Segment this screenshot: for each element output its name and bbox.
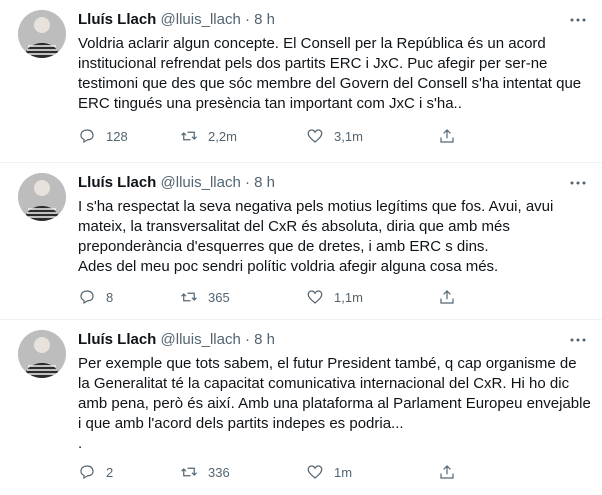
tweet-text-line: preponderància d'esquerres que de dretes…	[78, 238, 489, 255]
heart-icon	[307, 290, 323, 304]
like-button[interactable]: 1,1m	[306, 287, 363, 307]
tweet-text-line: Per exemple que tots sabem, el futur Pre…	[78, 355, 577, 372]
tweet-text-line: i que amb l'acord dels partits indepes e…	[78, 415, 404, 432]
avatar[interactable]	[18, 173, 66, 221]
heart-icon	[307, 465, 323, 479]
tweet-text-line: .	[78, 435, 83, 452]
heart-icon	[307, 129, 323, 143]
avatar[interactable]	[18, 10, 66, 58]
share-icon	[440, 129, 454, 143]
tweet[interactable]: Lluís Llach @lluis_llach · 8 h I s'ha re…	[0, 163, 602, 320]
retweet-button[interactable]: 365	[180, 287, 230, 307]
retweet-icon	[181, 131, 197, 141]
reply-count: 2	[106, 464, 114, 480]
like-count: 1,1m	[334, 289, 363, 305]
retweet-icon	[181, 292, 197, 302]
tweet-text-line: mateix, la transversalitat del CxR és ab…	[78, 218, 510, 235]
like-count: 1m	[334, 464, 353, 480]
share-button[interactable]	[438, 287, 456, 307]
like-button[interactable]: 3,1m	[306, 126, 363, 146]
tweet-header: Lluís Llach @lluis_llach · 8 h	[78, 330, 572, 350]
reply-icon	[80, 290, 94, 305]
tweet-actions: 2 336 1m	[74, 462, 574, 482]
more-icon[interactable]	[568, 332, 588, 348]
reply-icon	[80, 465, 94, 480]
retweet-button[interactable]: 336	[180, 462, 230, 482]
separator-dot: ·	[244, 11, 250, 28]
tweet-actions: 8 365 1,1m	[74, 287, 574, 307]
tweet-time[interactable]: 8 h	[254, 331, 275, 348]
share-button[interactable]	[438, 126, 456, 146]
author-name[interactable]: Lluís Llach	[78, 11, 156, 28]
tweet-text-line: ERC tingués una presència tan important …	[78, 95, 462, 112]
reply-button[interactable]: 2	[78, 462, 113, 482]
more-icon[interactable]	[568, 12, 588, 28]
reply-button[interactable]: 8	[78, 287, 113, 307]
author-handle[interactable]: @lluis_llach	[161, 331, 241, 348]
tweet[interactable]: Lluís Llach @lluis_llach · 8 h Voldria a…	[0, 0, 602, 163]
separator-dot: ·	[244, 331, 250, 348]
tweet-text-line: testimoni que des que sóc membre del Gov…	[78, 75, 582, 92]
reply-icon	[80, 129, 94, 144]
tweet-header: Lluís Llach @lluis_llach · 8 h	[78, 10, 572, 30]
tweet-text-line: amb pena, però és així. Amb una platafor…	[78, 395, 591, 412]
retweet-icon	[181, 467, 197, 477]
tweet-time[interactable]: 8 h	[254, 174, 275, 191]
retweet-count: 2,2m	[208, 128, 237, 144]
retweet-count: 336	[208, 464, 230, 480]
like-count: 3,1m	[334, 128, 363, 144]
reply-count: 128	[106, 128, 128, 144]
author-handle[interactable]: @lluis_llach	[161, 174, 241, 191]
tweet-text: I s'ha respectat la seva negativa pels m…	[78, 197, 588, 277]
tweet-text-line: I s'ha respectat la seva negativa pels m…	[78, 198, 554, 215]
retweet-count: 365	[208, 289, 230, 305]
tweet-text-line: institucional refrendat pels dos partits…	[78, 55, 548, 72]
author-handle[interactable]: @lluis_llach	[161, 11, 241, 28]
tweet-text-line: Ades del meu poc sendri polític voldria …	[78, 258, 499, 275]
author-name[interactable]: Lluís Llach	[78, 174, 156, 191]
reply-button[interactable]: 128	[78, 126, 128, 146]
share-button[interactable]	[438, 462, 456, 482]
tweet-time[interactable]: 8 h	[254, 11, 275, 28]
tweet-text-line: Voldria aclarir algun concepte. El Conse…	[78, 35, 546, 52]
more-icon[interactable]	[568, 175, 588, 191]
separator-dot: ·	[244, 174, 250, 191]
like-button[interactable]: 1m	[306, 462, 352, 482]
reply-count: 8	[106, 289, 114, 305]
tweet-actions: 128 2,2m 3,1m	[74, 126, 574, 146]
tweet-text: Per exemple que tots sabem, el futur Pre…	[78, 354, 591, 454]
author-name[interactable]: Lluís Llach	[78, 331, 156, 348]
avatar[interactable]	[18, 330, 66, 378]
tweet-header: Lluís Llach @lluis_llach · 8 h	[78, 173, 572, 193]
share-icon	[440, 290, 454, 304]
tweet-text-line: la Generalitat té la capacitat comunicat…	[78, 375, 570, 392]
share-icon	[440, 465, 454, 479]
tweet[interactable]: Lluís Llach @lluis_llach · 8 h Per exemp…	[0, 320, 602, 495]
retweet-button[interactable]: 2,2m	[180, 126, 237, 146]
tweet-text: Voldria aclarir algun concepte. El Conse…	[78, 34, 588, 114]
